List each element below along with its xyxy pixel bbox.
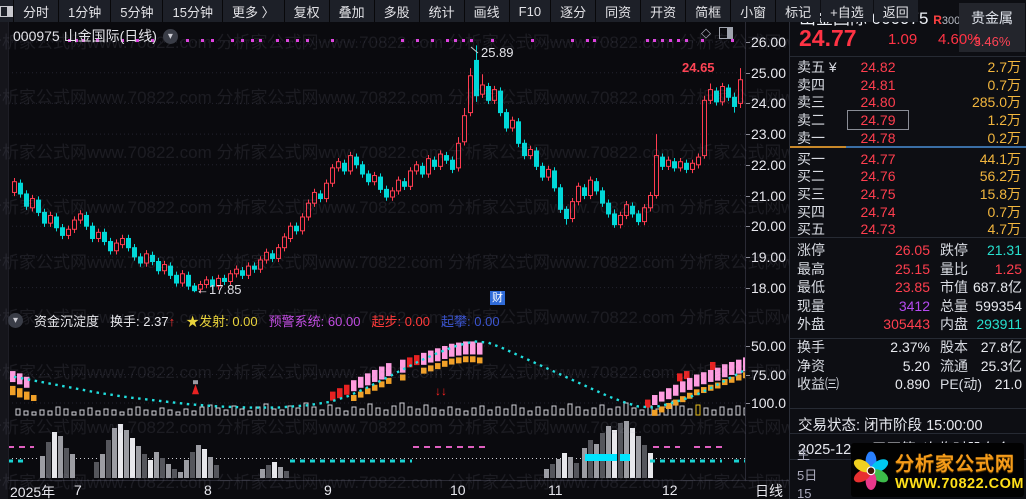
- bid-row[interactable]: 买一 24.77 44.1万: [790, 150, 1026, 168]
- menu-xiaochuang[interactable]: 小窗: [731, 0, 776, 22]
- stat-row: 涨停 26.05 跌停 21.31: [797, 242, 1022, 258]
- flower-logo-icon: [853, 451, 889, 491]
- menu-zhufen[interactable]: 逐分: [551, 0, 596, 22]
- tab-fenshi[interactable]: 分时: [14, 0, 59, 22]
- menu-tongji[interactable]: 统计: [419, 0, 464, 22]
- cai-news-icon[interactable]: 财: [490, 291, 505, 305]
- site-logo[interactable]: 分析家公式网 WWW.70822.COM: [851, 443, 1024, 497]
- quote-panel: 山金国际 000975 R300 贵金属 3.46% 24.77 1.09 4.…: [789, 0, 1026, 499]
- tab-15min[interactable]: 15分钟: [163, 0, 222, 22]
- chevron-down-icon[interactable]: ▾: [162, 28, 178, 44]
- fashe-value: ★发射: 0.00: [186, 314, 258, 329]
- split-window-icon[interactable]: [719, 27, 733, 39]
- ask-row[interactable]: 卖一 24.78 0.2万: [790, 129, 1026, 147]
- time-axis: 2025年 7 8 9 10 11 12: [8, 480, 745, 499]
- volume-chart[interactable]: [8, 420, 745, 480]
- ask-row[interactable]: 卖五 ¥ 24.82 2.7万: [790, 58, 1026, 76]
- stat-row: 收益㈢ 0.890 PE(动) 21.0: [797, 376, 1022, 393]
- menu-fuquan[interactable]: 复权: [284, 0, 329, 22]
- stat-row: 最低 23.85 市值 687.8亿: [797, 279, 1022, 296]
- ask-row[interactable]: 卖二 24.79 1.2万: [790, 110, 1026, 131]
- month-label: 10: [450, 482, 466, 498]
- svg-text:←17.85: ←17.85: [196, 282, 242, 297]
- partial-row-5ri: 5日: [797, 468, 818, 483]
- tab-1min[interactable]: 1分钟: [59, 0, 111, 22]
- diamond-icon[interactable]: ◇: [701, 25, 711, 41]
- chart-title: 000975 山金国际(日线): [13, 28, 157, 44]
- bid-row[interactable]: 买四 24.74 0.7万: [790, 203, 1026, 221]
- price-axis: 26.00 25.00 24.00 23.00 22.00 21.00 20.00 19.00…: [745, 22, 789, 480]
- stat-row: 换手 2.37% 股本 27.8亿: [797, 339, 1022, 355]
- menu-f10[interactable]: F10: [509, 0, 551, 22]
- menu-diejia[interactable]: 叠加: [329, 0, 374, 22]
- menu-add-watchlist[interactable]: +自选: [821, 0, 873, 22]
- year-label: 2025年: [10, 484, 56, 499]
- tab-5min[interactable]: 5分钟: [111, 0, 163, 22]
- menu-back[interactable]: 返回: [873, 0, 918, 22]
- yujing-value: 预警系统: 60.00: [268, 314, 361, 329]
- month-label: 11: [548, 482, 563, 498]
- index-tag: 300: [941, 15, 961, 27]
- stat-row: 外盘 305443 内盘 293911: [797, 316, 1022, 333]
- price-change: 1.09: [888, 31, 918, 48]
- ask-row[interactable]: 卖三 24.80 285.0万: [790, 93, 1026, 111]
- svg-text:25.89: 25.89: [481, 45, 514, 60]
- indicator-header: ▾ 资金沉淀度 换手: 2.37↑ ★发射: 0.00 预警系统: 60.00 …: [8, 311, 500, 330]
- qibu-value: 起步: 0.00: [371, 314, 430, 329]
- bid-row[interactable]: 买五 24.73 4.7万: [790, 220, 1026, 238]
- price-change-pct: 4.60%: [938, 31, 981, 48]
- top-toolbar: 分时 1分钟 5分钟 15分钟 更多 〉 复权 叠加 多股 统计 画线 F10 …: [0, 0, 918, 22]
- split-pane-icon[interactable]: [0, 0, 13, 22]
- stat-row: 净资 5.20 流通 25.3亿: [797, 357, 1022, 374]
- collapse-icon[interactable]: ▾: [8, 313, 23, 328]
- svg-text:↓↓: ↓↓: [435, 384, 447, 398]
- huanshou-value: 换手: 2.37↑: [110, 314, 176, 329]
- menu-duogu[interactable]: 多股: [374, 0, 419, 22]
- month-label: 8: [204, 482, 212, 498]
- stat-row: 最高 25.15 量比 1.25: [797, 260, 1022, 277]
- menu-huaxian[interactable]: 画线: [464, 0, 509, 22]
- stock-app-window: 分时 1分钟 5分钟 15分钟 更多 〉 复权 叠加 多股 统计 画线 F10 …: [0, 0, 1026, 499]
- logo-site-name: 分析家公式网: [895, 453, 1016, 475]
- r-tag: R: [933, 13, 942, 27]
- stat-row: 现量 3412 总量 599354: [797, 297, 1022, 314]
- trade-status: 交易状态: 闭市阶段 15:00:00: [798, 418, 983, 434]
- month-label: 12: [662, 482, 678, 498]
- ask-row[interactable]: 卖四 24.81 0.7万: [790, 76, 1026, 94]
- month-label: 7: [74, 482, 82, 498]
- chart-title-bar: 000975 山金国际(日线) ▾: [13, 26, 178, 46]
- logo-site-url: WWW.70822.COM: [895, 475, 1024, 492]
- partial-row-zhu: 主: [797, 447, 811, 462]
- up-arrow-icon: ↑: [168, 314, 176, 329]
- svg-text:24.65: 24.65: [682, 60, 715, 75]
- menu-kaizi[interactable]: 开资: [641, 0, 686, 22]
- menu-tongzi[interactable]: 同资: [596, 0, 641, 22]
- qipan-value: 起攀: 0.00: [441, 314, 500, 329]
- partial-row-15: 15: [797, 486, 812, 499]
- menu-biaoji[interactable]: 标记: [776, 0, 821, 22]
- bid-row[interactable]: 买二 24.76 56.2万: [790, 167, 1026, 185]
- bid-row[interactable]: 买三 24.75 15.8万: [790, 185, 1026, 203]
- tab-more[interactable]: 更多 〉: [222, 0, 284, 22]
- menu-jiankuang[interactable]: 简框: [686, 0, 731, 22]
- last-price: 24.77: [799, 25, 857, 51]
- main-candlestick-chart[interactable]: 25.89 ←17.85 24.65: [8, 22, 745, 308]
- indicator-name: 资金沉淀度: [34, 314, 100, 329]
- sector-name: 贵金属: [971, 10, 1013, 26]
- left-scroll-strip[interactable]: [0, 22, 9, 499]
- month-label: 9: [324, 482, 332, 498]
